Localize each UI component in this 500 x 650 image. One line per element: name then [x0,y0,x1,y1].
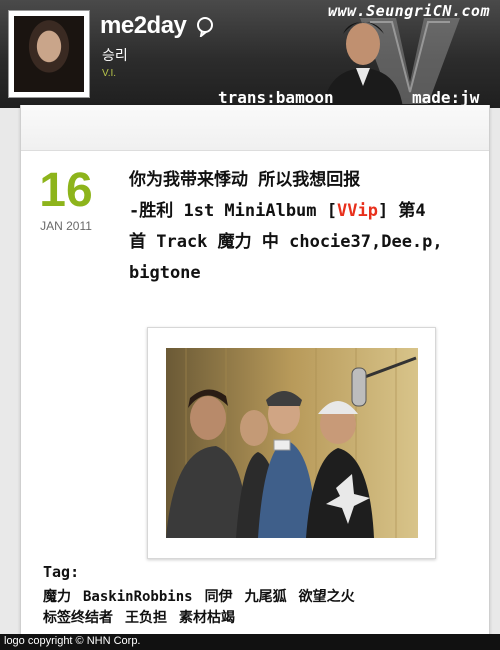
post-line-2: -胜利 1st MiniAlbum [VVip] 第4 [129,196,489,227]
post-line-3: 首 Track 魔力 中 chocie37,Dee.p, [129,232,443,252]
site-watermark: www.SeungriCN.com [327,2,490,20]
post-line-4: bigtone [129,263,201,283]
tag-item[interactable]: 同伊 [205,589,233,605]
brand-logo[interactable]: me2day [100,12,214,40]
card-header-bar [21,105,489,151]
post-line-2-end: ] 第4 [377,201,426,221]
post-text: 你为我带来悸动 所以我想回报 -胜利 1st MiniAlbum [VVip] … [129,165,489,289]
tag-item[interactable]: 标签终结者 [43,610,113,626]
post-card: 16 JAN 2011 你为我带来悸动 所以我想回报 -胜利 1st MiniA… [20,105,490,640]
footer-copyright: logo copyright © NHN Corp. [4,635,141,647]
user-tag: V.I. [102,68,117,79]
tag-title: Tag: [43,563,80,581]
tag-item[interactable]: 素材枯竭 [179,610,235,626]
avatar[interactable] [8,10,90,98]
profile-header: me2day 승리 V.I. www.SeungriCN.com trans:b… [0,0,500,108]
tag-item[interactable]: 九尾狐 [245,589,287,605]
speech-bubble-icon [196,16,213,37]
post-photo-frame[interactable] [147,327,436,559]
album-name: VVip [337,201,378,221]
footer: logo copyright © NHN Corp. [0,634,500,650]
studio-photo[interactable] [166,348,418,538]
tag-item[interactable]: 欲望之火 [299,589,355,605]
tag-list: 魔力 BaskinRobbins 同伊 九尾狐 欲望之火 标签终结者 王负担 素材枯竭 [43,587,483,629]
post-line-1: 你为我带来悸动 所以我想回报 [129,170,361,190]
user-name[interactable]: 승리 [102,45,128,65]
post-date-day: 16 [39,164,93,217]
tag-item[interactable]: 魔力 [43,589,71,605]
post-line-2-start: -胜利 1st MiniAlbum [ [129,201,337,221]
avatar-photo [14,16,84,92]
brand-text: me2day [100,12,187,39]
tag-item[interactable]: 王负担 [125,610,167,626]
tag-item[interactable]: BaskinRobbins [83,589,193,605]
post-date-month: JAN 2011 [40,219,92,233]
